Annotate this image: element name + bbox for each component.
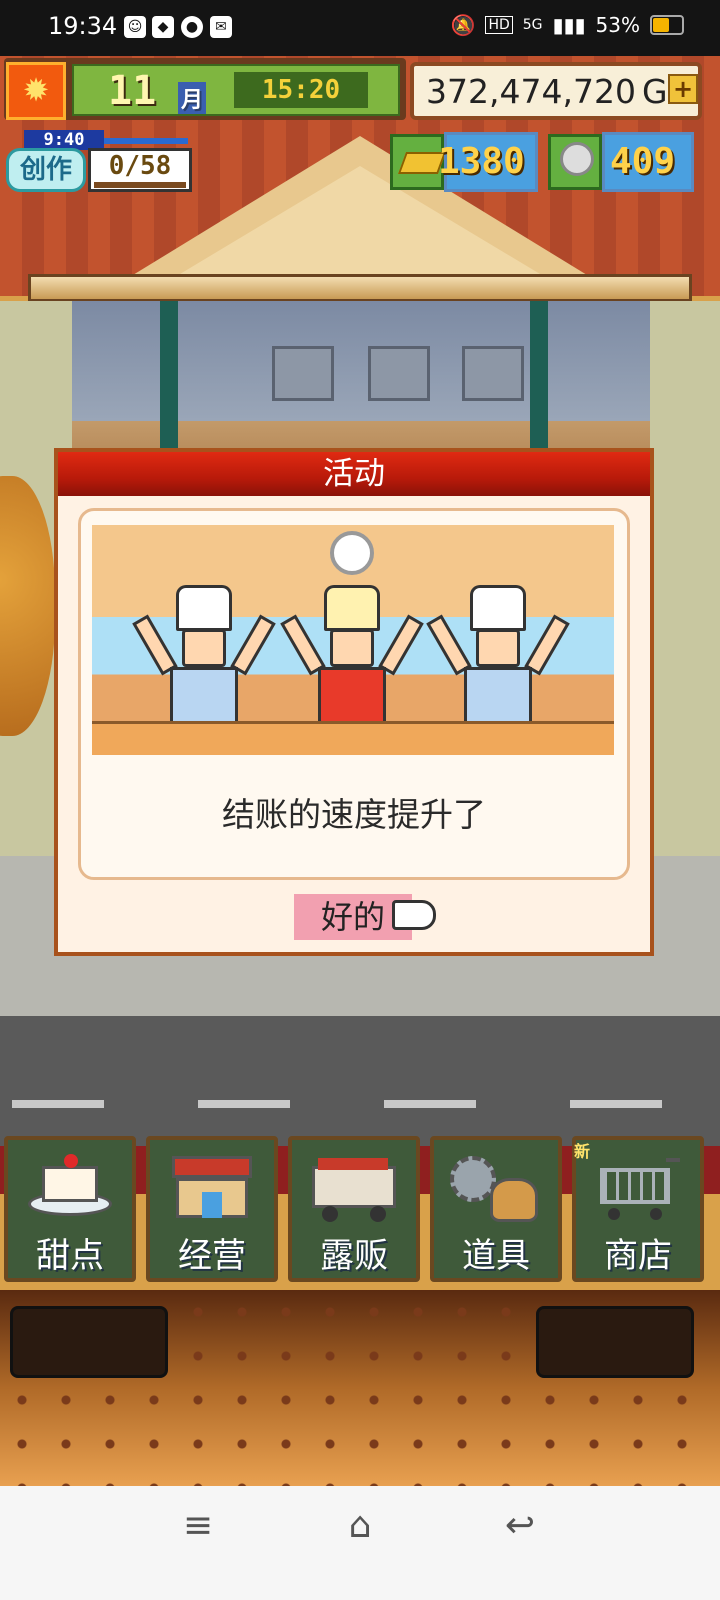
left-slot[interactable] <box>10 1306 168 1378</box>
shop-building-icon <box>166 1152 258 1224</box>
status-right: 🔕 HD 5G ▮▮▮ 53% <box>451 13 684 37</box>
maple-leaf-icon[interactable]: ✹ <box>6 62 66 120</box>
signal-label: 5G <box>522 17 543 33</box>
create-timer: 9:40 <box>24 130 104 150</box>
menu-label-store: 商店 <box>604 1236 672 1276</box>
cake-icon <box>24 1152 116 1224</box>
lane-marking <box>384 1100 476 1108</box>
lane-marking <box>198 1100 290 1108</box>
counter <box>92 721 614 755</box>
dialog-message: 结账的速度提升了 <box>222 795 486 834</box>
chef-figure <box>426 585 570 735</box>
gear-bag-icon <box>450 1152 542 1224</box>
mail-icon: ✉ <box>210 16 232 38</box>
back-nav-icon[interactable]: ↩ <box>490 1504 550 1548</box>
create-button[interactable]: 创作 <box>6 148 86 192</box>
dialog-title: 活动 <box>58 452 650 496</box>
menu-label-food-stall: 露贩 <box>320 1236 388 1276</box>
wall-clock-icon <box>330 531 374 575</box>
month-number: 11 <box>108 68 157 114</box>
road <box>0 1016 720 1146</box>
oven <box>462 346 524 401</box>
oven <box>368 346 430 401</box>
app-notification-icon: ☺ <box>124 16 146 38</box>
chat-icon: ● <box>181 16 203 38</box>
hd-icon: HD <box>485 16 513 34</box>
menu-label-dessert: 甜点 <box>36 1236 104 1276</box>
oven <box>272 346 334 401</box>
lane-marking <box>12 1100 104 1108</box>
battery-icon <box>650 15 684 35</box>
menu-nav-icon[interactable]: ≡ <box>168 1504 228 1548</box>
status-bar: 19:34 ☺ ◆ ● ✉ 🔕 HD 5G ▮▮▮ 53% <box>0 0 720 56</box>
shopping-cart-icon <box>592 1152 684 1224</box>
silver-coin-count: 409 <box>610 141 676 182</box>
home-nav-icon[interactable]: ⌂ <box>330 1504 390 1548</box>
signal-icon: ▮▮▮ <box>552 13 586 37</box>
battery-text: 53% <box>595 13 640 37</box>
chef-figure <box>132 585 276 735</box>
chef-celebration-illustration <box>92 525 614 755</box>
status-time: 19:34 <box>48 12 118 40</box>
game-clock: 15:20 <box>261 75 341 105</box>
gold-amount: 372,474,720 G <box>426 72 668 111</box>
new-badge: 新 <box>574 1142 591 1161</box>
pointing-hand-icon <box>392 900 436 930</box>
lane-marking <box>570 1100 662 1108</box>
menu-label-items: 道具 <box>462 1236 530 1276</box>
right-slot[interactable] <box>536 1306 694 1378</box>
create-timer-bar <box>104 138 188 144</box>
add-gold-button[interactable]: + <box>668 74 698 104</box>
awning <box>28 274 692 302</box>
menu-label-management: 经营 <box>178 1236 246 1276</box>
food-truck-icon <box>308 1152 400 1224</box>
head-chef-figure <box>280 585 424 735</box>
gold-bar-count: 1380 <box>438 141 525 182</box>
silver-coin-icon <box>560 142 594 176</box>
month-unit: 月 <box>178 82 207 114</box>
mute-icon: 🔕 <box>450 13 476 37</box>
app-notification-icon: ◆ <box>152 16 174 38</box>
create-progress-bar <box>94 182 186 188</box>
